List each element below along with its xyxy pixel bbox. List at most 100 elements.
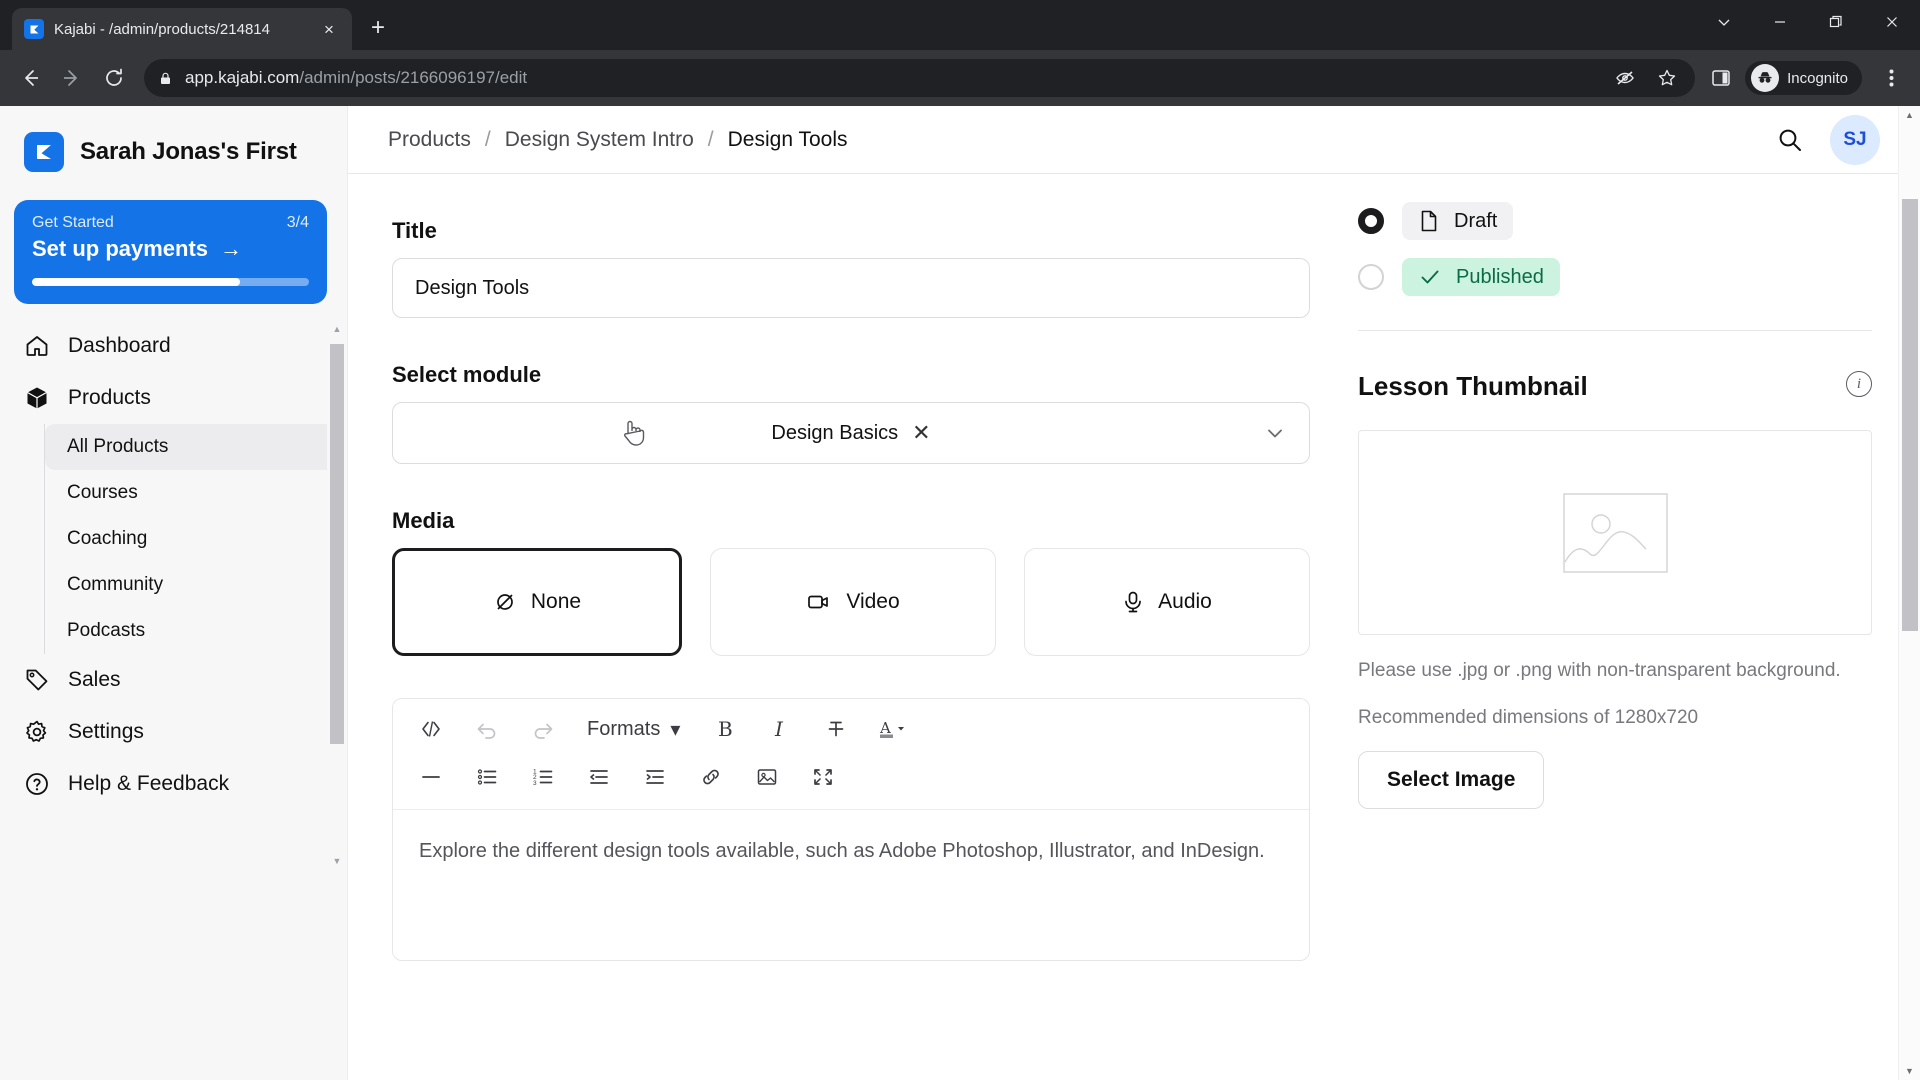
sidebar-item-community[interactable]: Community [45, 562, 347, 608]
lesson-sidebar-panel: Draft Published Lesson Thumbnail i Pleas… [1358, 174, 1920, 1080]
get-started-progress-fill [32, 278, 240, 286]
search-icon[interactable] [1776, 126, 1804, 154]
tab-search-chevron-icon[interactable] [1696, 0, 1752, 44]
bullet-list-icon[interactable] [459, 753, 515, 801]
address-bar[interactable]: app.kajabi.com/admin/posts/2166096197/ed… [144, 59, 1696, 97]
status-option-published[interactable]: Published [1358, 254, 1872, 300]
thumbnail-dropzone[interactable] [1358, 430, 1872, 635]
address-bar-url: app.kajabi.com/admin/posts/2166096197/ed… [185, 68, 528, 87]
italic-icon[interactable]: I [752, 705, 808, 753]
breadcrumb-products[interactable]: Products [388, 128, 471, 152]
redo-icon[interactable] [515, 705, 571, 753]
media-option-label: Video [846, 590, 900, 613]
page-scroll-thumb[interactable] [1901, 199, 1918, 631]
brand-header[interactable]: Sarah Jonas's First [0, 106, 347, 194]
sidebar-item-courses[interactable]: Courses [45, 470, 347, 516]
media-option-video[interactable]: Video [710, 548, 996, 656]
radio-draft[interactable] [1358, 208, 1384, 234]
sidebar-scroll-down-icon[interactable]: ▼ [333, 853, 342, 870]
bold-icon[interactable]: B [696, 705, 752, 753]
breadcrumb-design-tools: Design Tools [727, 127, 848, 151]
rich-text-editor: Formats ▾ B I A 1 2 3 Explore the differ… [392, 698, 1310, 961]
sidebar-item-label: Dashboard [68, 334, 171, 357]
indent-icon[interactable] [627, 753, 683, 801]
sidebar-item-podcasts[interactable]: Podcasts [45, 608, 347, 654]
microphone-icon [1122, 590, 1144, 614]
numbered-list-icon[interactable]: 123 [515, 753, 571, 801]
sidebar-item-label: Products [68, 386, 151, 409]
sidebar-item-sales[interactable]: Sales [0, 654, 347, 706]
breadcrumb-design-system-intro[interactable]: Design System Intro [505, 128, 694, 152]
formats-dropdown[interactable]: Formats ▾ [571, 705, 696, 753]
link-icon[interactable] [683, 753, 739, 801]
sidebar-scrollbar[interactable]: ▲ ▼ [327, 321, 347, 870]
radio-published[interactable] [1358, 264, 1384, 290]
sidebar-item-coaching[interactable]: Coaching [45, 516, 347, 562]
status-label: Draft [1454, 209, 1498, 232]
module-chip-label: Design Basics [771, 421, 899, 444]
video-camera-icon [806, 590, 832, 614]
sidebar-item-dashboard[interactable]: Dashboard [0, 320, 347, 372]
page-scroll-track[interactable] [1901, 124, 1918, 1062]
reload-button-icon[interactable] [96, 60, 132, 96]
brand-name: Sarah Jonas's First [80, 138, 297, 165]
forward-button-icon[interactable] [54, 60, 90, 96]
editor-body[interactable]: Explore the different design tools avail… [393, 810, 1309, 960]
horizontal-rule-icon[interactable] [403, 753, 459, 801]
page-scrollbar[interactable]: ▲ ▼ [1898, 106, 1920, 1080]
editor-toolbar-row-2: 123 [403, 753, 1299, 801]
sidebar-item-help-feedback[interactable]: Help & Feedback [0, 758, 347, 810]
media-option-none[interactable]: None [392, 548, 682, 656]
sidebar-scroll-thumb[interactable] [330, 344, 344, 744]
fullscreen-icon[interactable] [795, 753, 851, 801]
status-option-draft[interactable]: Draft [1358, 198, 1872, 244]
back-button-icon[interactable] [12, 60, 48, 96]
sidebar-scroll-up-icon[interactable]: ▲ [333, 321, 342, 338]
tab-title: Kajabi - /admin/products/214814 [54, 20, 270, 38]
tag-icon [24, 667, 50, 693]
outdent-icon[interactable] [571, 753, 627, 801]
window-minimize-icon[interactable] [1752, 0, 1808, 44]
window-maximize-icon[interactable] [1808, 0, 1864, 44]
page-scroll-down-icon[interactable]: ▼ [1905, 1062, 1914, 1080]
sidebar-item-settings[interactable]: Settings [0, 706, 347, 758]
title-input[interactable]: Design Tools [392, 258, 1310, 318]
bookmark-star-icon[interactable] [1653, 64, 1681, 92]
home-icon [24, 333, 50, 359]
media-options: None Video Audio [392, 548, 1310, 656]
image-icon[interactable] [739, 753, 795, 801]
text-color-icon[interactable]: A [864, 705, 920, 753]
tab-close-icon[interactable]: × [318, 18, 340, 40]
tracking-protection-icon[interactable] [1611, 64, 1639, 92]
strikethrough-icon[interactable] [808, 705, 864, 753]
breadcrumb: Products / Design System Intro / Design … [388, 128, 848, 152]
sidebar-scroll-track[interactable] [330, 338, 344, 853]
page-scroll-up-icon[interactable]: ▲ [1905, 106, 1914, 124]
chevron-down-icon[interactable] [1263, 421, 1287, 445]
title-field-label: Title [392, 218, 437, 243]
module-select[interactable]: Design Basics ✕ [392, 402, 1310, 464]
window-close-icon[interactable] [1864, 0, 1920, 44]
get-started-card[interactable]: Get Started 3/4 Set up payments → [14, 200, 327, 304]
sidebar-item-all-products[interactable]: All Products [45, 424, 347, 470]
browser-tab[interactable]: Kajabi - /admin/products/214814 × [12, 8, 352, 50]
gear-icon [24, 719, 50, 745]
media-option-audio[interactable]: Audio [1024, 548, 1310, 656]
select-image-button[interactable]: Select Image [1358, 750, 1545, 809]
side-panel-icon[interactable] [1707, 64, 1735, 92]
new-tab-button[interactable]: + [358, 8, 398, 48]
breadcrumb-separator: / [484, 127, 491, 151]
info-icon[interactable]: i [1846, 371, 1872, 397]
kajabi-logo-icon [24, 132, 64, 172]
module-clear-icon[interactable]: ✕ [912, 422, 930, 444]
browser-menu-icon[interactable] [1874, 61, 1908, 95]
incognito-profile-button[interactable]: Incognito [1745, 61, 1862, 95]
sidebar-item-products[interactable]: Products [0, 372, 347, 424]
arrow-right-icon: → [220, 236, 243, 261]
avatar[interactable]: SJ [1830, 114, 1880, 165]
undo-icon[interactable] [459, 705, 515, 753]
svg-text:B: B [718, 717, 733, 741]
code-icon[interactable] [403, 705, 459, 753]
incognito-icon [1751, 64, 1780, 92]
header-actions: SJ [1776, 114, 1880, 165]
